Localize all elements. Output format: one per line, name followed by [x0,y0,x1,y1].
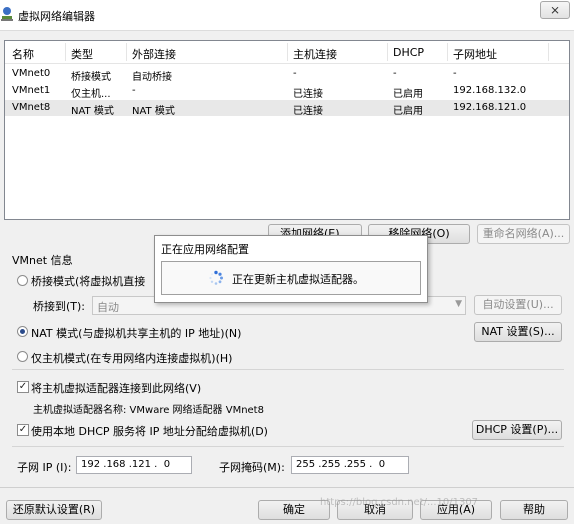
cell-dhcp: 已启用 [393,89,423,100]
close-icon: ⨯ [549,3,561,17]
table-row[interactable]: VMnet0 桥接模式 自动桥接 - - - [5,66,569,83]
nat-mode-label: NAT 模式(与虚拟机共享主机的 IP 地址)(N) [31,327,242,340]
cell-subnet: 192.168.121.0 [453,102,527,113]
cell-type: 桥接模式 [71,72,111,83]
column-header-host[interactable]: 主机连接 [293,46,337,62]
applying-config-dialog: 正在应用网络配置 正在更新主机虚拟适配器。 [154,235,428,303]
table-row[interactable]: VMnet1 仅主机... - 已连接 已启用 192.168.132.0 [5,83,569,100]
cell-subnet: 192.168.132.0 [453,85,527,96]
cell-name: VMnet0 [12,68,51,79]
connect-adapter-checkbox[interactable]: ✓ [17,381,29,393]
use-dhcp-label: 使用本地 DHCP 服务将 IP 地址分配给虚拟机(D) [31,425,268,438]
column-header-external[interactable]: 外部连接 [132,46,176,62]
host-only-radio[interactable] [17,351,28,362]
close-button[interactable]: ⨯ [540,1,570,19]
cell-dhcp: 已启用 [393,106,423,117]
connect-adapter-label: 将主机虚拟适配器连接到此网络(V) [31,382,202,395]
network-editor-icon [1,7,13,21]
cell-name: VMnet8 [12,102,51,113]
progress-message-box: 正在更新主机虚拟适配器。 [161,261,421,295]
use-dhcp-checkbox[interactable]: ✓ [17,424,29,436]
bridged-mode-radio[interactable] [17,275,28,286]
progress-message: 正在更新主机虚拟适配器。 [232,273,364,286]
help-button[interactable]: 帮助 [500,500,568,520]
watermark: https://blog.csdn.net/...10/1307 [320,497,479,508]
bridged-to-label: 桥接到(T): [33,300,86,313]
bridged-mode-label: 桥接模式(将虚拟机直接 [31,275,146,288]
adapter-name-text: 主机虚拟适配器名称: VMware 网络适配器 VMnet8 [33,405,264,416]
subnet-ip-input[interactable]: 192 .168 .121 . 0 [76,456,192,474]
window-title: 虚拟网络编辑器 [18,10,95,23]
cell-type: NAT 模式 [71,106,114,117]
bridged-to-value: 自动 [97,301,119,314]
network-table[interactable]: 名称 类型 外部连接 主机连接 DHCP 子网地址 VMnet0 桥接模式 自动… [4,40,570,220]
cell-host: 已连接 [293,89,323,100]
column-header-name[interactable]: 名称 [12,46,34,62]
subnet-ip-label: 子网 IP (I): [17,461,72,474]
dhcp-settings-button[interactable]: DHCP 设置(P)... [472,420,562,440]
column-header-dhcp[interactable]: DHCP [393,46,424,59]
title-bar: 虚拟网络编辑器 ⨯ [0,0,574,31]
cell-host: 已连接 [293,106,323,117]
cell-external: - [132,85,136,96]
auto-settings-button[interactable]: 自动设置(U)... [474,295,562,315]
rename-network-button[interactable]: 重命名网络(A)... [477,224,570,244]
cell-name: VMnet1 [12,85,51,96]
table-row-selected[interactable]: VMnet8 NAT 模式 NAT 模式 已连接 已启用 192.168.121… [5,100,569,117]
footer-divider [0,487,574,488]
host-only-label: 仅主机模式(在专用网络内连接虚拟机)(H) [31,352,233,365]
nat-mode-radio[interactable] [17,326,28,337]
cell-dhcp: - [393,68,397,79]
divider [12,446,564,447]
column-header-type[interactable]: 类型 [71,46,93,62]
cell-type: 仅主机... [71,89,111,100]
cell-host: - [293,68,297,79]
restore-defaults-button[interactable]: 还原默认设置(R) [6,500,102,520]
chevron-down-icon: ▼ [455,299,462,309]
cell-external: 自动桥接 [132,72,172,83]
column-header-subnet[interactable]: 子网地址 [453,46,497,62]
subnet-mask-input[interactable]: 255 .255 .255 . 0 [291,456,409,474]
vmnet-info-heading: VMnet 信息 [12,254,73,267]
cell-subnet: - [453,68,457,79]
progress-dialog-title: 正在应用网络配置 [161,243,249,256]
cell-external: NAT 模式 [132,106,175,117]
divider [12,369,564,370]
subnet-mask-label: 子网掩码(M): [219,461,285,474]
busy-spinner-icon [209,270,223,285]
nat-settings-button[interactable]: NAT 设置(S)... [474,322,562,342]
table-header: 名称 类型 外部连接 主机连接 DHCP 子网地址 [5,41,569,64]
